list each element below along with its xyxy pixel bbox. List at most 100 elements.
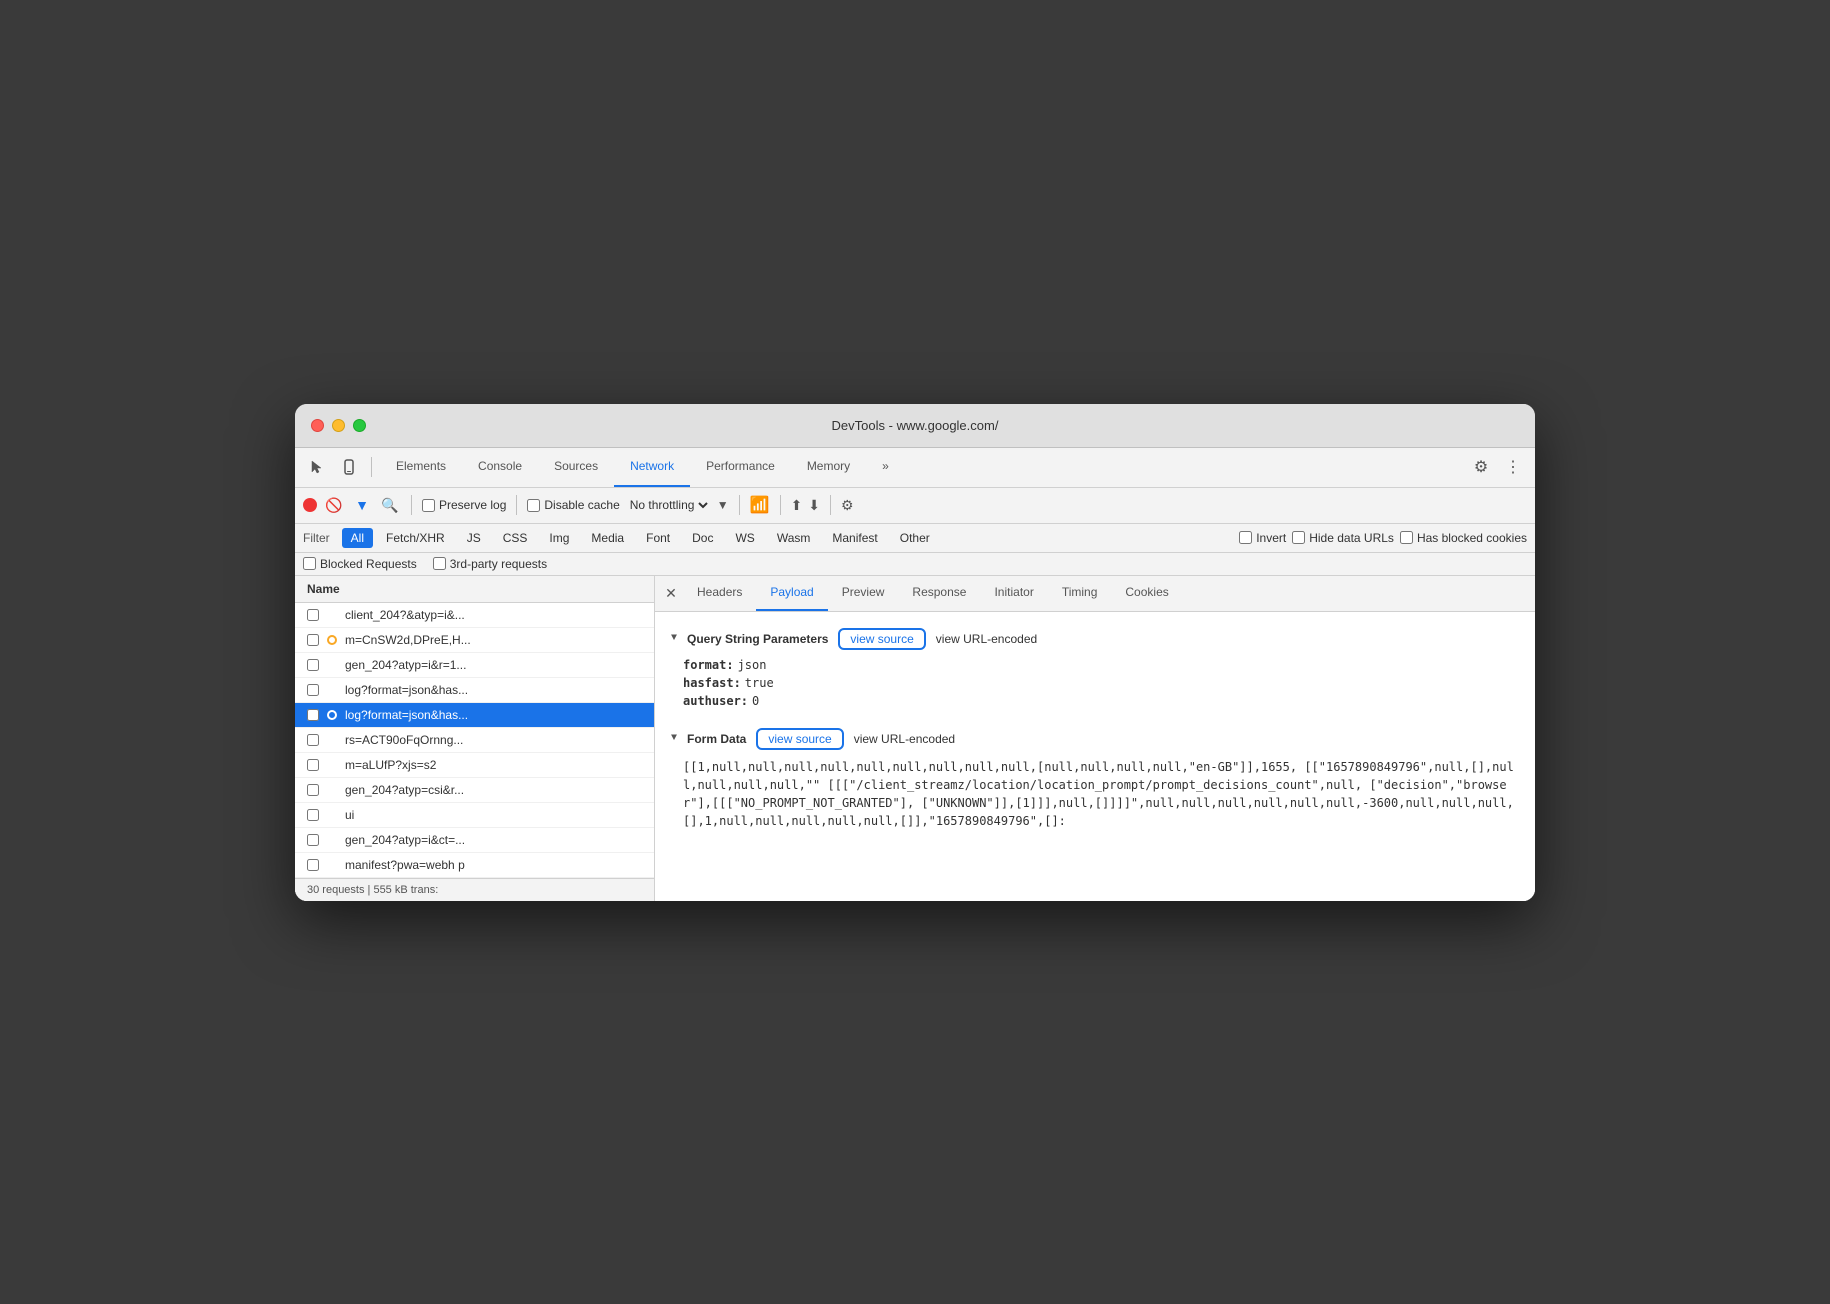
disable-cache-input[interactable] [527, 499, 540, 512]
request-checkbox[interactable] [307, 809, 319, 821]
third-party-checkbox[interactable]: 3rd-party requests [433, 557, 547, 571]
filter-fetchxhr[interactable]: Fetch/XHR [377, 528, 454, 548]
more-options-icon[interactable]: ⋮ [1499, 453, 1527, 481]
filter-ws[interactable]: WS [726, 528, 763, 548]
third-party-input[interactable] [433, 557, 446, 570]
tab-console[interactable]: Console [462, 447, 538, 487]
filter-css[interactable]: CSS [494, 528, 537, 548]
request-checkbox[interactable] [307, 659, 319, 671]
filter-wasm[interactable]: Wasm [768, 528, 820, 548]
request-item[interactable]: gen_204?atyp=i&ct=... [295, 828, 654, 853]
hide-data-urls-checkbox[interactable]: Hide data URLs [1292, 531, 1394, 545]
hide-data-urls-input[interactable] [1292, 531, 1305, 544]
mobile-icon[interactable] [335, 453, 363, 481]
filter-js[interactable]: JS [458, 528, 490, 548]
preserve-log-input[interactable] [422, 499, 435, 512]
filter-icon[interactable]: ▼ [351, 494, 373, 516]
request-item[interactable]: ui [295, 803, 654, 828]
request-item-selected[interactable]: log?format=json&has... [295, 703, 654, 728]
request-icon [325, 858, 339, 872]
request-icon [325, 608, 339, 622]
filter-font[interactable]: Font [637, 528, 679, 548]
request-item[interactable]: log?format=json&has... [295, 678, 654, 703]
close-details-button[interactable]: ✕ [659, 581, 683, 605]
request-checkbox[interactable] [307, 834, 319, 846]
tab-cookies[interactable]: Cookies [1111, 576, 1182, 612]
filter-right: Invert Hide data URLs Has blocked cookie… [1239, 531, 1527, 545]
filter-img[interactable]: Img [540, 528, 578, 548]
tab-headers[interactable]: Headers [683, 576, 756, 612]
main-content: Name client_204?&atyp=i&... m=CnSW2d,DPr… [295, 576, 1535, 901]
request-item[interactable]: m=CnSW2d,DPreE,H... [295, 628, 654, 653]
view-url-encoded-fd[interactable]: view URL-encoded [854, 732, 955, 746]
request-name: m=aLUfP?xjs=s2 [345, 758, 642, 772]
filter-doc[interactable]: Doc [683, 528, 722, 548]
request-icon [325, 683, 339, 697]
blocked-requests-checkbox[interactable]: Blocked Requests [303, 557, 417, 571]
request-icon [325, 658, 339, 672]
maximize-button[interactable] [353, 419, 366, 432]
tab-memory[interactable]: Memory [791, 447, 866, 487]
invert-checkbox[interactable]: Invert [1239, 531, 1286, 545]
titlebar: DevTools - www.google.com/ [295, 404, 1535, 448]
view-source-button-fd[interactable]: view source [756, 728, 843, 750]
has-blocked-cookies-input[interactable] [1400, 531, 1413, 544]
filter-media[interactable]: Media [582, 528, 633, 548]
record-button[interactable] [303, 498, 317, 512]
tab-payload[interactable]: Payload [756, 576, 827, 612]
tab-response[interactable]: Response [898, 576, 980, 612]
wifi-icon: 📶 [750, 495, 770, 515]
form-data-header: ▼ Form Data view source view URL-encoded [671, 728, 1519, 750]
tab-more[interactable]: » [866, 447, 905, 487]
invert-input[interactable] [1239, 531, 1252, 544]
minimize-button[interactable] [332, 419, 345, 432]
request-checkbox[interactable] [307, 684, 319, 696]
view-source-button-qs[interactable]: view source [838, 628, 925, 650]
blocked-requests-input[interactable] [303, 557, 316, 570]
has-blocked-cookies-checkbox[interactable]: Has blocked cookies [1400, 531, 1527, 545]
toolbar-sep-2 [516, 495, 517, 515]
request-item[interactable]: rs=ACT90oFqOrnng... [295, 728, 654, 753]
tab-network[interactable]: Network [614, 447, 690, 487]
request-checkbox[interactable] [307, 784, 319, 796]
toolbar-right: ⚙ ⋮ [1467, 453, 1527, 481]
download-icon[interactable]: ⬇ [808, 497, 820, 514]
request-checkbox[interactable] [307, 859, 319, 871]
request-item[interactable]: client_204?&atyp=i&... [295, 603, 654, 628]
request-checkbox[interactable] [307, 759, 319, 771]
tab-sources[interactable]: Sources [538, 447, 614, 487]
request-checkbox[interactable] [307, 634, 319, 646]
network-settings-icon[interactable]: ⚙ [841, 497, 854, 514]
request-checkbox[interactable] [307, 709, 319, 721]
disable-cache-checkbox[interactable]: Disable cache [527, 498, 619, 512]
filter-all[interactable]: All [342, 528, 373, 548]
upload-icon[interactable]: ⬆ [791, 497, 803, 514]
close-button[interactable] [311, 419, 324, 432]
preserve-log-checkbox[interactable]: Preserve log [422, 498, 506, 512]
request-item[interactable]: gen_204?atyp=csi&r... [295, 778, 654, 803]
request-checkbox[interactable] [307, 609, 319, 621]
request-item[interactable]: gen_204?atyp=i&r=1... [295, 653, 654, 678]
filter-other[interactable]: Other [891, 528, 939, 548]
tab-performance[interactable]: Performance [690, 447, 791, 487]
tab-timing[interactable]: Timing [1048, 576, 1112, 612]
tab-initiator[interactable]: Initiator [980, 576, 1047, 612]
request-item[interactable]: manifest?pwa=webh p [295, 853, 654, 878]
throttle-select[interactable]: No throttling [626, 497, 711, 513]
cursor-icon[interactable] [303, 453, 331, 481]
window-title: DevTools - www.google.com/ [832, 418, 999, 433]
param-key-hasfast: hasfast: [683, 676, 741, 690]
toolbar-sep-3 [739, 495, 740, 515]
tab-elements[interactable]: Elements [380, 447, 462, 487]
tab-preview[interactable]: Preview [828, 576, 899, 612]
filter-tags: All Fetch/XHR JS CSS Img Media Font Doc … [342, 528, 939, 548]
toolbar-sep-5 [830, 495, 831, 515]
filter-manifest[interactable]: Manifest [823, 528, 886, 548]
request-item[interactable]: m=aLUfP?xjs=s2 [295, 753, 654, 778]
request-checkbox[interactable] [307, 734, 319, 746]
clear-button[interactable]: 🚫 [323, 494, 345, 516]
settings-icon[interactable]: ⚙ [1467, 453, 1495, 481]
search-icon[interactable]: 🔍 [379, 494, 401, 516]
view-url-encoded-qs[interactable]: view URL-encoded [936, 632, 1037, 646]
request-name: gen_204?atyp=csi&r... [345, 783, 642, 797]
